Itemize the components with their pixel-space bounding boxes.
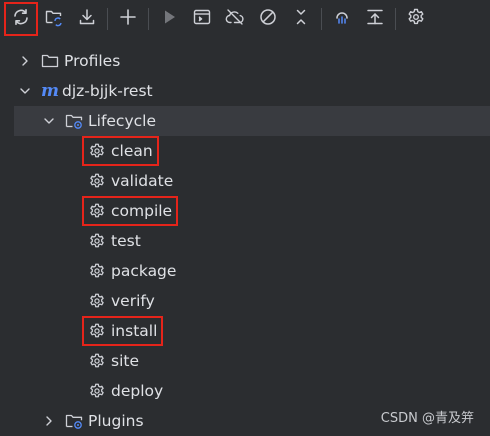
folder-icon <box>40 51 60 71</box>
dependencies-icon <box>332 7 352 31</box>
tree-node-lifecycle[interactable]: Lifecycle <box>0 106 490 136</box>
tree-node-label: Lifecycle <box>88 112 156 130</box>
watermark: CSDN @青及笄 <box>380 411 474 426</box>
toolbar-separator <box>107 8 108 30</box>
gear-icon <box>87 321 107 341</box>
cloud-slash-icon <box>225 7 245 31</box>
terminal-icon <box>192 7 212 31</box>
goal-install[interactable]: install <box>0 316 490 346</box>
toolbar-separator <box>148 8 149 30</box>
chevron-down-icon[interactable] <box>18 84 32 98</box>
folder-refresh-icon <box>44 7 64 31</box>
goal-validate[interactable]: validate <box>0 166 490 196</box>
gear-icon <box>87 261 107 281</box>
chevron-right-icon[interactable] <box>42 414 56 428</box>
collapse-icon <box>291 7 311 31</box>
tree-node-label: djz-bjjk-rest <box>62 82 153 100</box>
goal-label: clean <box>111 142 153 160</box>
add-maven-project-button[interactable] <box>113 4 143 34</box>
download-icon <box>77 7 97 31</box>
goal-label: compile <box>111 202 173 220</box>
chevron-down-icon[interactable] <box>42 114 56 128</box>
goal-verify[interactable]: verify <box>0 286 490 316</box>
chevron-right-icon[interactable] <box>18 54 32 68</box>
goal-test-item[interactable]: test <box>84 228 145 254</box>
toggle-offline-mode-button[interactable] <box>220 4 250 34</box>
maven-toolbar <box>0 0 490 38</box>
download-sources-button[interactable] <box>72 4 102 34</box>
goal-label: site <box>111 352 139 370</box>
execute-maven-goal-button[interactable] <box>187 4 217 34</box>
gear-icon <box>87 351 107 371</box>
goal-compile[interactable]: compile <box>0 196 490 226</box>
skip-tests-button[interactable] <box>253 4 283 34</box>
goal-clean[interactable]: clean <box>0 136 490 166</box>
refresh-icon <box>11 7 31 31</box>
run-maven-build-button[interactable] <box>154 4 184 34</box>
analyze-dependencies-button[interactable] <box>327 4 357 34</box>
collapse-all-button[interactable] <box>286 4 316 34</box>
play-icon <box>159 7 179 31</box>
lifecycle-folder-icon <box>64 111 84 131</box>
goal-label: test <box>111 232 141 250</box>
goal-test[interactable]: test <box>0 226 490 256</box>
plus-icon <box>118 7 138 31</box>
gear-icon <box>87 291 107 311</box>
upload-tree-icon <box>365 7 385 31</box>
maven-m-icon: m <box>41 81 59 101</box>
goal-deploy-item[interactable]: deploy <box>84 378 167 404</box>
gear-icon <box>87 141 107 161</box>
goal-label: package <box>111 262 177 280</box>
toolbar-separator <box>395 8 396 30</box>
maven-project-tree: Profiles m djz-bjjk-rest Lifecycle clean… <box>0 46 490 436</box>
goal-label: deploy <box>111 382 164 400</box>
toolbar-separator <box>321 8 322 30</box>
goal-validate-item[interactable]: validate <box>84 168 177 194</box>
goal-package-item[interactable]: package <box>84 258 180 284</box>
gear-icon <box>87 381 107 401</box>
goal-verify-item[interactable]: verify <box>84 288 159 314</box>
plugins-folder-icon <box>64 411 84 431</box>
maven-settings-button[interactable] <box>401 4 431 34</box>
goal-site-item[interactable]: site <box>84 348 143 374</box>
goal-install-highlight[interactable]: install <box>81 316 164 346</box>
tree-node-project[interactable]: m djz-bjjk-rest <box>0 76 490 106</box>
goal-label: validate <box>111 172 174 190</box>
goal-deploy[interactable]: deploy <box>0 376 490 406</box>
tree-node-profiles[interactable]: Profiles <box>0 46 490 76</box>
reload-all-maven-projects-button[interactable] <box>4 2 38 36</box>
show-dependencies-button[interactable] <box>360 4 390 34</box>
gear-icon <box>406 7 426 31</box>
goal-clean-highlight[interactable]: clean <box>82 136 159 166</box>
goal-compile-highlight[interactable]: compile <box>81 196 179 226</box>
goal-label: verify <box>111 292 155 310</box>
tree-node-label: Plugins <box>88 412 144 430</box>
gear-icon <box>87 231 107 251</box>
gear-icon <box>87 171 107 191</box>
goal-label: install <box>111 322 158 340</box>
tree-node-label: Profiles <box>64 52 121 70</box>
gear-icon <box>87 201 107 221</box>
circle-slash-icon <box>258 7 278 31</box>
goal-package[interactable]: package <box>0 256 490 286</box>
generate-sources-button[interactable] <box>39 4 69 34</box>
goal-site[interactable]: site <box>0 346 490 376</box>
